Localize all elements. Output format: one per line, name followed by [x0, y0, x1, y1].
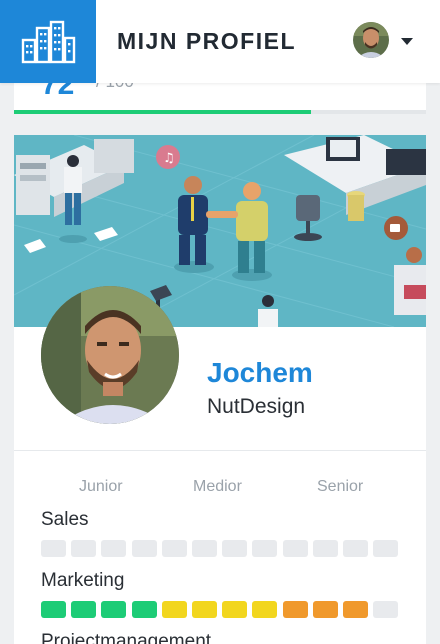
page-title: MIJN PROFIEL [117, 28, 297, 54]
skill-segment [373, 540, 399, 557]
skill-level-header: Junior Medior Senior [14, 478, 426, 498]
skill-segment [252, 540, 278, 557]
skill-segment [131, 601, 157, 618]
level-junior: Junior [79, 478, 123, 495]
score-progress-bar [14, 110, 426, 114]
skill-segment [101, 601, 127, 618]
chevron-down-icon[interactable] [401, 38, 413, 45]
skill-segment [71, 601, 97, 618]
skill-segment [41, 540, 66, 557]
skill-segment [161, 540, 187, 557]
skill-label-marketing: Marketing [41, 570, 125, 591]
user-avatar[interactable] [353, 22, 389, 58]
divider [14, 450, 426, 451]
skill-segment [282, 601, 308, 618]
skill-segment [71, 540, 97, 557]
skill-segment [312, 540, 338, 557]
skill-label-sales: Sales [41, 509, 89, 530]
skill-segment [373, 601, 399, 618]
profile-company: NutDesign [207, 395, 306, 418]
skill-label-projectmanagement: Projectmanagement [41, 631, 212, 644]
skill-segment [192, 601, 217, 618]
svg-text:♫: ♫ [163, 151, 175, 166]
level-senior: Senior [317, 478, 364, 495]
skill-segment [312, 601, 338, 618]
app-logo[interactable] [0, 0, 96, 83]
profile-card: ♫ Jochem NutDesign Junior Medior Senior … [14, 135, 426, 644]
skill-segment [222, 540, 248, 557]
skill-segment [343, 540, 368, 557]
profile-name: Jochem [207, 357, 313, 388]
skill-segment [222, 601, 248, 618]
level-medior: Medior [193, 478, 242, 495]
skill-segment [252, 601, 278, 618]
app-header: MIJN PROFIEL [0, 0, 440, 83]
skill-segment [161, 601, 187, 618]
skill-segment [101, 540, 127, 557]
skill-segment [41, 601, 66, 618]
skill-segment [282, 540, 308, 557]
profile-avatar[interactable] [41, 286, 179, 424]
score-progress-fill [14, 110, 311, 114]
city-buildings-icon [21, 20, 76, 63]
skill-segment [131, 540, 157, 557]
skill-segment [343, 601, 368, 618]
skill-segment [192, 540, 217, 557]
